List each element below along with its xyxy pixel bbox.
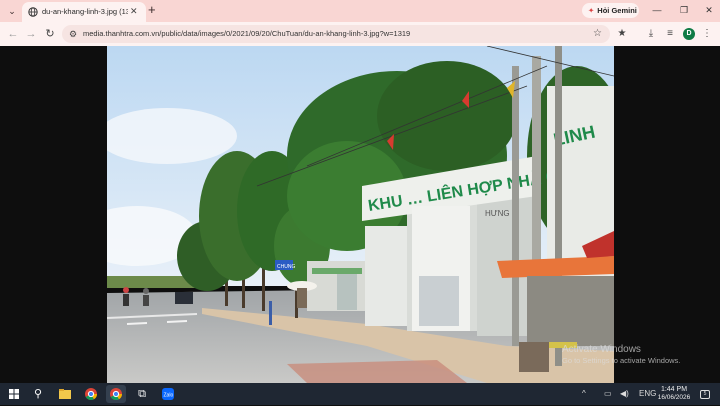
- tray-chevron-icon[interactable]: ^: [582, 389, 586, 399]
- reading-list-icon[interactable]: ≡: [663, 27, 677, 41]
- clock[interactable]: 1:44 PM 16/06/2026: [655, 386, 693, 402]
- street-photo-drawing: KHU … LIÊN HỢP NHÀ Ở LINH HƯNG CHUNG: [107, 46, 614, 383]
- svg-text:Zalo: Zalo: [164, 393, 174, 399]
- forward-arrow-icon[interactable]: →: [24, 27, 38, 41]
- start-button[interactable]: [4, 385, 24, 403]
- chrome-active-icon[interactable]: [106, 385, 126, 403]
- address-url[interactable]: media.thanhtra.com.vn/public/data/images…: [83, 29, 410, 38]
- new-tab-button[interactable]: +: [148, 3, 156, 17]
- profile-avatar[interactable]: D: [683, 28, 695, 40]
- clock-time: 1:44 PM: [660, 386, 688, 393]
- globe-icon: [28, 7, 38, 17]
- activate-windows-watermark: Activate Windows Go to Settings to activ…: [562, 344, 680, 366]
- windows-logo-icon: [9, 389, 19, 399]
- chrome-icon[interactable]: [81, 385, 101, 403]
- tab-close-icon[interactable]: ✕: [130, 6, 138, 16]
- tab-search-chevron-icon[interactable]: ⌄: [4, 3, 20, 19]
- minimize-icon[interactable]: —: [650, 4, 664, 16]
- download-icon[interactable]: ⤓: [644, 27, 658, 41]
- image-viewer: KHU … LIÊN HỢP NHÀ Ở LINH HƯNG CHUNG Act…: [0, 46, 720, 383]
- menu-kebab-icon[interactable]: ⋮: [700, 27, 714, 41]
- close-window-icon[interactable]: ✕: [702, 4, 716, 16]
- reload-icon[interactable]: ↻: [43, 27, 57, 41]
- address-bar[interactable]: ⚙ media.thanhtra.com.vn/public/data/imag…: [62, 25, 610, 43]
- notification-badge[interactable]: 5: [700, 390, 710, 399]
- search-icon[interactable]: ⚲: [28, 385, 48, 403]
- tab-strip: ⌄ du-an-khang-linh-3.jpg (1319×... ✕ + ✦…: [0, 0, 720, 22]
- back-arrow-icon[interactable]: ←: [6, 27, 20, 41]
- ask-gemini-label: Hỏi Gemini: [597, 6, 637, 15]
- taskbar: ⚲ ⧉ Zalo ^ ▭ ◀) ENG 1:44 PM 16/06/2026 5: [0, 383, 720, 405]
- extensions-icon[interactable]: ★: [615, 27, 629, 41]
- tab-title: du-an-khang-linh-3.jpg (1319×...: [42, 7, 128, 16]
- site-info-icon[interactable]: ⚙: [69, 27, 77, 41]
- activate-windows-title: Activate Windows: [562, 344, 641, 355]
- building-sign-text: HƯNG: [485, 209, 510, 218]
- street-photo[interactable]: KHU … LIÊN HỢP NHÀ Ở LINH HƯNG CHUNG: [107, 46, 614, 383]
- clock-date: 16/06/2026: [657, 394, 691, 401]
- ask-gemini-button[interactable]: ✦ Hỏi Gemini: [582, 3, 639, 18]
- bookmark-star-icon[interactable]: ☆: [593, 27, 602, 41]
- tab-image[interactable]: du-an-khang-linh-3.jpg (1319×... ✕: [22, 2, 146, 22]
- restore-icon[interactable]: ❐: [677, 4, 691, 16]
- language-indicator[interactable]: ENG: [639, 389, 656, 399]
- activate-windows-subtitle: Go to Settings to activate Windows.: [562, 356, 681, 365]
- zalo-icon[interactable]: Zalo: [158, 385, 178, 403]
- file-explorer-icon[interactable]: [55, 385, 75, 403]
- browser-toolbar: ← → ↻ ⚙ media.thanhtra.com.vn/public/dat…: [0, 22, 720, 46]
- street-sign-text: CHUNG: [277, 264, 295, 270]
- network-icon[interactable]: ▭: [604, 389, 612, 399]
- task-view-icon[interactable]: ⧉: [132, 385, 152, 403]
- gemini-sparkle-icon: ✦: [588, 6, 595, 15]
- volume-icon[interactable]: ◀): [620, 389, 629, 399]
